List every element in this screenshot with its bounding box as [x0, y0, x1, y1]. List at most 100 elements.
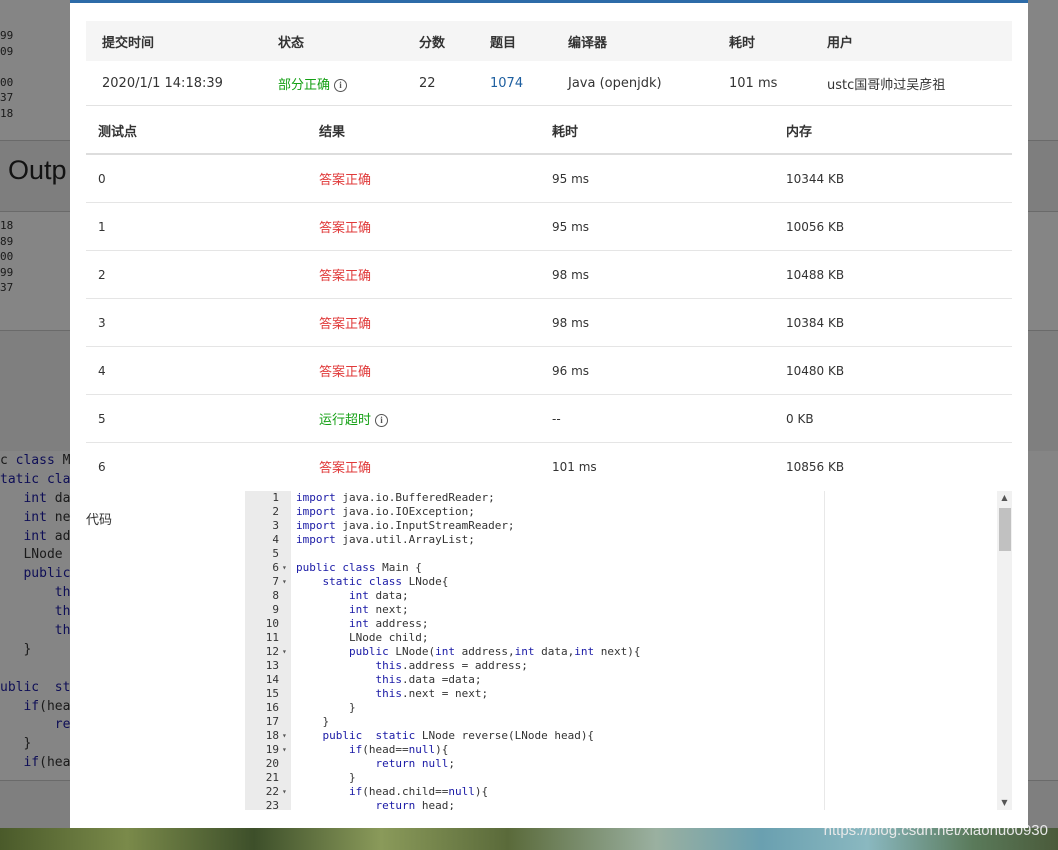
code-token: next){ [594, 645, 641, 658]
fold-arrow-icon[interactable]: ▾ [282, 743, 290, 757]
code-token: ){ [474, 785, 489, 798]
line-number: 5 [272, 547, 279, 560]
background-number: 99 [0, 265, 14, 279]
case-time: 98 ms [552, 315, 590, 330]
background-number: 00 [0, 250, 14, 263]
code-text: import java.io.InputStreamReader; [296, 519, 515, 533]
case-id-cell: 6 [86, 443, 318, 491]
case-id: 0 [98, 171, 106, 186]
code-line: 19 ▾ if(head==null){ [245, 743, 805, 757]
background-code-token: (hea [39, 698, 71, 714]
background-code-token: ne [46, 509, 71, 525]
code-text: } [296, 701, 356, 715]
code-token: head; [415, 799, 455, 810]
code-text: import java.io.BufferedReader; [296, 491, 495, 505]
code-line: 10 int address; [245, 617, 805, 631]
fold-arrow-icon[interactable]: ▾ [282, 645, 290, 659]
fold-arrow-icon[interactable]: ▾ [282, 575, 290, 589]
code-token: data, [534, 645, 575, 658]
header-problem: 题目 [489, 21, 567, 61]
code-token: data; [368, 589, 409, 602]
line-number: 15 [265, 687, 279, 700]
code-line: 13 this.address = address; [245, 659, 805, 673]
case-id-cell: 2 [86, 250, 318, 299]
header-memory: 内存 [785, 107, 1012, 155]
code-editor[interactable]: 1 import java.io.BufferedReader; 2 import j… [245, 491, 1012, 810]
case-result-cell: 答案正确 [318, 202, 551, 251]
background-code-token: st [39, 679, 71, 695]
code-text: } [296, 771, 356, 785]
case-memory: 10856 KB [786, 459, 845, 474]
code-line: 15 this.next = next; [245, 687, 805, 701]
line-number: 18 [265, 729, 279, 742]
code-token: } [296, 715, 330, 728]
header-submit-time: 提交时间 [86, 21, 277, 61]
code-text: int next; [296, 603, 409, 617]
code-keyword: class [368, 575, 402, 588]
line-number: 1 [272, 491, 279, 504]
code-token: LNode reverse(LNode head){ [415, 729, 595, 742]
background-code-token: c [0, 453, 16, 468]
case-time-cell: 98 ms [551, 298, 785, 347]
line-number: 7 [272, 575, 279, 588]
fold-arrow-icon[interactable]: ▾ [282, 561, 290, 575]
code-text: int address; [296, 617, 428, 631]
code-token: next; [368, 603, 409, 616]
background-code-line: } [0, 641, 70, 660]
code-line: 7 ▾ static class LNode{ [245, 575, 805, 589]
case-id-cell: 1 [86, 202, 318, 251]
case-result: 答案正确 [319, 221, 372, 236]
info-circle-icon[interactable]: i [375, 414, 389, 427]
background-numbers-mid: 18 89 00 99 37 [0, 218, 13, 296]
info-circle-icon[interactable]: i [334, 78, 348, 92]
problem-link[interactable]: 1074 [490, 76, 523, 91]
code-token: } [296, 771, 356, 784]
background-code-token: int [23, 509, 47, 525]
fold-arrow-icon[interactable]: ▾ [282, 729, 290, 743]
scrollbar-thumb[interactable] [999, 508, 1011, 551]
background-code-line: } [0, 735, 70, 754]
submission-header-row: 提交时间 状态 分数 题目 编译器 耗时 用户 [86, 21, 1012, 61]
editor-scrollbar[interactable]: ▲ ▼ [997, 491, 1012, 810]
case-memory-cell: 10344 KB [785, 154, 1012, 203]
line-number: 14 [265, 673, 279, 686]
case-result: 运行超时 [319, 413, 372, 428]
case-id-cell: 0 [86, 154, 318, 203]
background-code-line: LNode [0, 546, 70, 565]
code-keyword: static [322, 575, 363, 588]
background-code-token [0, 585, 55, 600]
background-code-line [0, 660, 70, 679]
scroll-down-arrow-icon[interactable]: ▼ [997, 796, 1012, 810]
background-code-token: if [23, 755, 40, 771]
scroll-up-arrow-icon[interactable]: ▲ [997, 491, 1012, 505]
code-line: 4 import java.util.ArrayList; [245, 533, 805, 547]
case-id: 5 [98, 411, 106, 426]
code-token: java.io.BufferedReader; [335, 491, 495, 504]
background-code-token: tatic [0, 471, 40, 487]
case-header-row: 测试点 结果 耗时 内存 [86, 107, 1012, 155]
line-number: 8 [272, 589, 279, 602]
case-id-cell: 5 [86, 394, 318, 443]
code-line: 21 } [245, 771, 805, 785]
background-code-token: th [54, 623, 71, 639]
background-code-line: int ne [0, 509, 70, 528]
code-token: .data =data; [401, 673, 482, 686]
test-case-row: 3 答案正确 98 ms 10384 KB [86, 298, 1012, 347]
case-memory: 10488 KB [786, 267, 845, 282]
header-time: 耗时 [551, 107, 785, 155]
case-id-cell: 4 [86, 346, 318, 395]
code-token: ; [448, 757, 455, 770]
fold-arrow-icon[interactable]: ▾ [282, 785, 290, 799]
background-number: 18 [0, 219, 14, 232]
code-line: 6 ▾ public class Main { [245, 561, 805, 575]
case-result-cell: 答案正确 [318, 443, 551, 491]
